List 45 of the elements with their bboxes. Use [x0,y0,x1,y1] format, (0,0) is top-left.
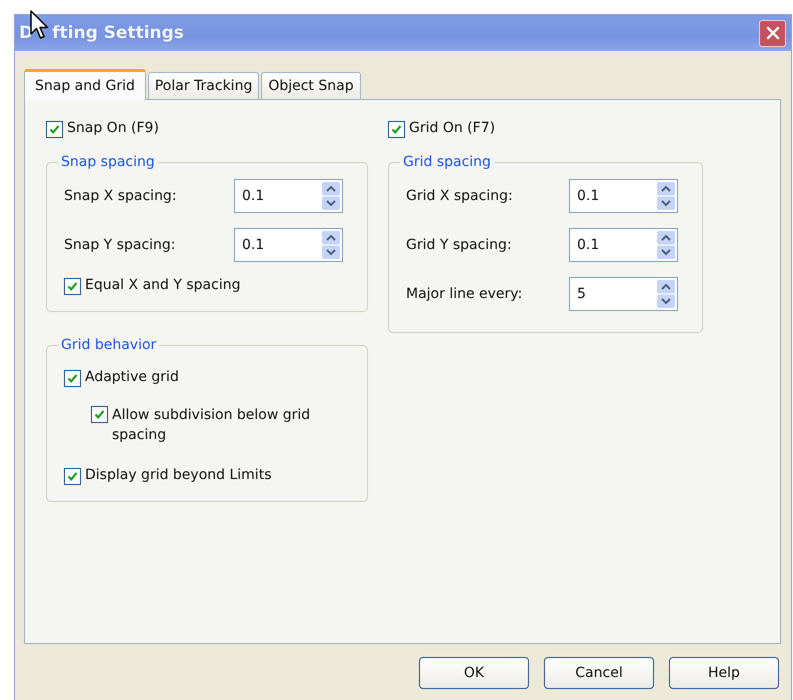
group-title: Snap spacing [60,154,156,170]
checkbox[interactable] [46,121,63,138]
field-label: Major line every: [406,286,522,302]
dialog-button[interactable]: OK [419,657,529,689]
check-icon [67,281,78,292]
spin-arrows-icon[interactable] [657,182,675,210]
spin-arrows-icon[interactable] [657,231,675,259]
check-icon [67,471,78,482]
check-icon [67,373,78,384]
check-icon [94,409,105,420]
group-title: Grid behavior [60,337,158,353]
spinner-field[interactable]: 0.1 [234,179,343,213]
close-icon [766,26,780,40]
spinner-field[interactable]: 0.1 [569,228,678,262]
field-label: Grid Y spacing: [406,237,512,253]
tab[interactable]: Polar Tracking [148,72,260,99]
checkbox[interactable] [388,121,405,138]
group-title: Grid spacing [402,154,492,170]
checkbox[interactable] [64,278,81,295]
spin-arrows-icon[interactable] [322,182,340,210]
dialog-button[interactable]: Cancel [544,657,654,689]
check-icon [49,124,60,135]
checkbox-label: Snap On (F9) [67,120,159,136]
window-title: fting Settings [52,23,184,43]
checkbox-label: Equal X and Y spacing [85,277,240,293]
field-label: Snap Y spacing: [64,237,176,253]
checkbox[interactable] [64,370,81,387]
checkbox-label: Adaptive grid [85,369,179,385]
spin-arrows-icon[interactable] [657,280,675,308]
spinner-field[interactable]: 0.1 [234,228,343,262]
check-icon [391,124,402,135]
tab[interactable]: Snap and Grid [24,69,146,100]
field-label: Snap X spacing: [64,188,177,204]
checkbox[interactable] [64,468,81,485]
checkbox-label: Display grid beyond Limits [85,467,272,483]
spinner-field[interactable]: 0.1 [569,179,678,213]
close-button[interactable] [759,20,786,46]
field-label: Grid X spacing: [406,188,513,204]
checkbox[interactable] [91,406,108,423]
dialog-button[interactable]: Help [669,657,779,689]
spin-arrows-icon[interactable] [322,231,340,259]
tab[interactable]: Object Snap [261,72,361,99]
checkbox-label: Allow subdivision below grid spacing [112,406,312,445]
spinner-field[interactable]: 5 [569,277,678,311]
checkbox-label: Grid On (F7) [409,120,496,136]
